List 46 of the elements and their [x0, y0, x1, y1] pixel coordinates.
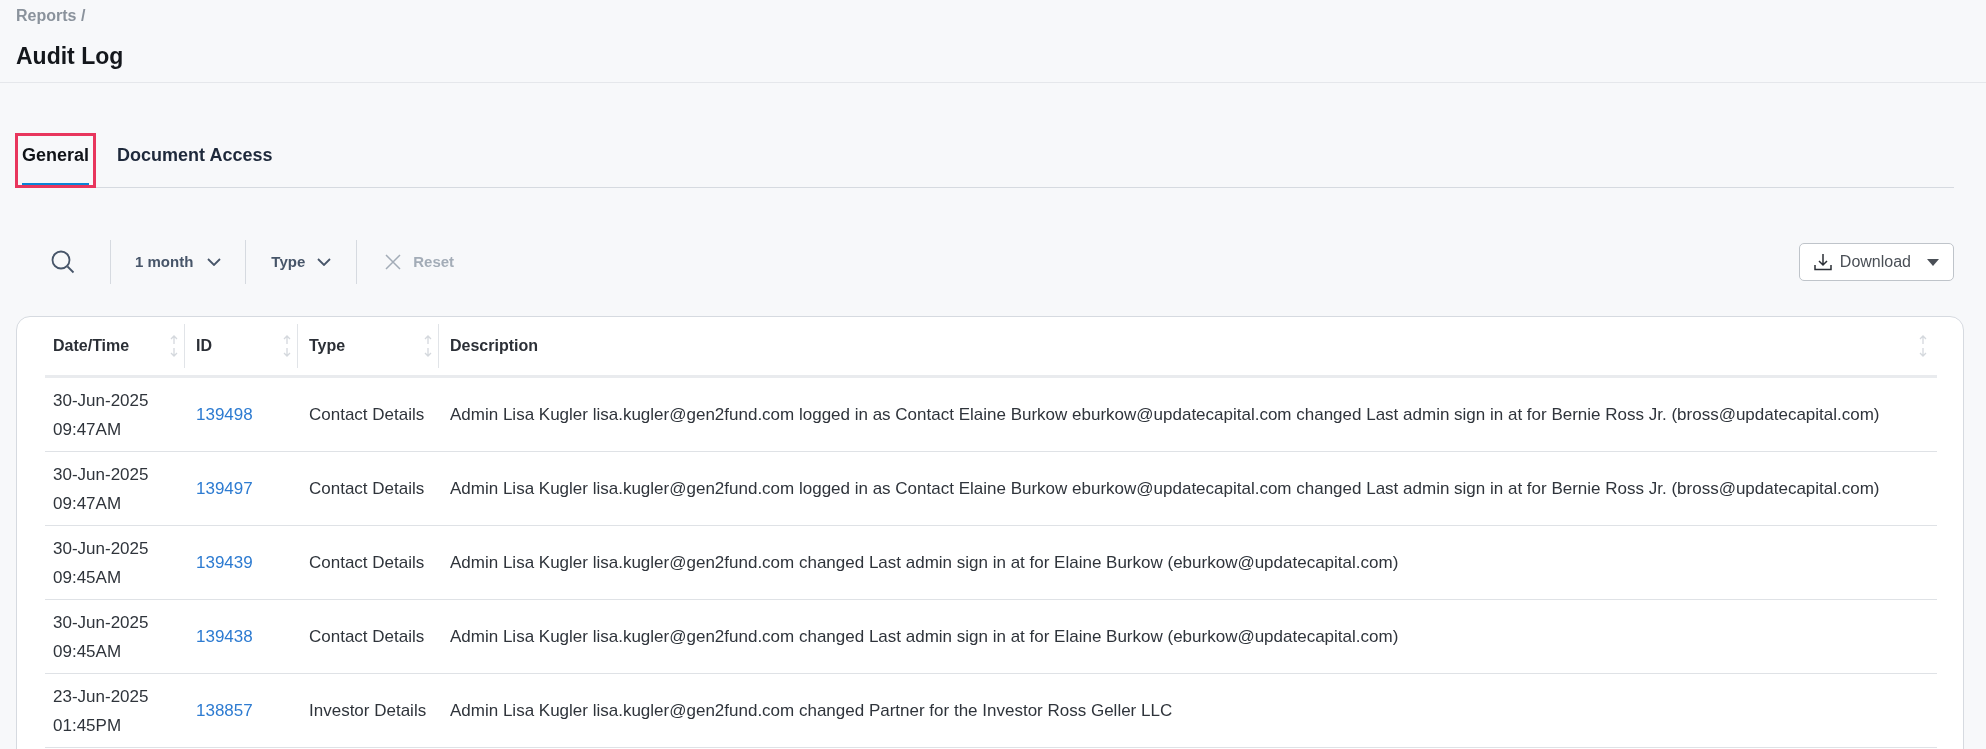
- type-cell: Investor Details: [309, 700, 427, 720]
- type-cell: Contact Details: [309, 552, 425, 572]
- breadcrumb[interactable]: Reports /: [16, 4, 1970, 28]
- type-cell: Contact Details: [309, 626, 425, 646]
- type-cell: Contact Details: [309, 404, 425, 424]
- date-cell-text: 30-Jun-2025: [53, 537, 149, 560]
- close-icon: [385, 254, 402, 270]
- chevron-down-icon: [207, 258, 222, 266]
- page-title: Audit Log: [16, 42, 125, 70]
- description-cell: Admin Lisa Kugler lisa.kugler@gen2fund.com logged in as Contact Elaine Burkow eburkow@updatecapital.com changed Last admin sign in at for Bernie Ross Jr. (bross@updatecapital.com): [450, 404, 1880, 424]
- date-cell-text: 23-Jun-2025: [53, 685, 149, 708]
- type-dropdown[interactable]: Type: [246, 240, 357, 284]
- date-cell-text: 30-Jun-2025: [53, 611, 149, 634]
- id-link[interactable]: 139439: [196, 552, 253, 572]
- column-header: Date/Time: [53, 336, 130, 356]
- time-cell-text: 09:45AM: [53, 640, 122, 663]
- caret-icon: [1927, 258, 1939, 266]
- id-link[interactable]: 138857: [196, 700, 253, 720]
- date-cell-text: 30-Jun-2025: [53, 389, 149, 412]
- time-cell-text: 09:45AM: [53, 566, 122, 589]
- tab[interactable]: Document Access: [111, 134, 279, 187]
- time-cell-text: 09:47AM: [53, 418, 122, 441]
- column-header: ID: [196, 336, 212, 356]
- sort-icon[interactable]: [170, 335, 178, 357]
- sort-icon[interactable]: [1919, 335, 1927, 357]
- description-cell: Admin Lisa Kugler lisa.kugler@gen2fund.com logged in as Contact Elaine Burkow eburkow@updatecapital.com changed Last admin sign in at for Bernie Ross Jr. (bross@updatecapital.com): [450, 478, 1880, 498]
- description-cell: Admin Lisa Kugler lisa.kugler@gen2fund.com changed Last admin sign in at for Elaine Burkow (eburkow@updatecapital.com): [450, 626, 1399, 646]
- column-header: Type: [309, 336, 346, 356]
- description-cell: Admin Lisa Kugler lisa.kugler@gen2fund.com changed Partner for the Investor Ross Geller LLC: [450, 700, 1173, 720]
- chevron-down-icon: [317, 258, 332, 266]
- id-link[interactable]: 139497: [196, 478, 253, 498]
- download-icon: [1813, 253, 1832, 271]
- sort-icon[interactable]: [283, 335, 291, 357]
- time-cell-text: 01:45PM: [53, 714, 122, 737]
- time-cell-text: 09:47AM: [53, 492, 122, 515]
- date-cell-text: 30-Jun-2025: [53, 463, 149, 486]
- tab[interactable]: General: [16, 134, 96, 187]
- id-link[interactable]: 139438: [196, 626, 253, 646]
- download-button[interactable]: Download: [1798, 243, 1954, 281]
- description-cell: Admin Lisa Kugler lisa.kugler@gen2fund.com changed Last admin sign in at for Elaine Burkow (eburkow@updatecapital.com): [450, 552, 1399, 572]
- search-icon: [50, 249, 76, 275]
- id-link[interactable]: 139498: [196, 404, 253, 424]
- type-cell: Contact Details: [309, 478, 425, 498]
- sort-icon[interactable]: [424, 335, 432, 357]
- column-header: Description: [450, 336, 538, 356]
- period-dropdown[interactable]: 1 month: [111, 240, 246, 284]
